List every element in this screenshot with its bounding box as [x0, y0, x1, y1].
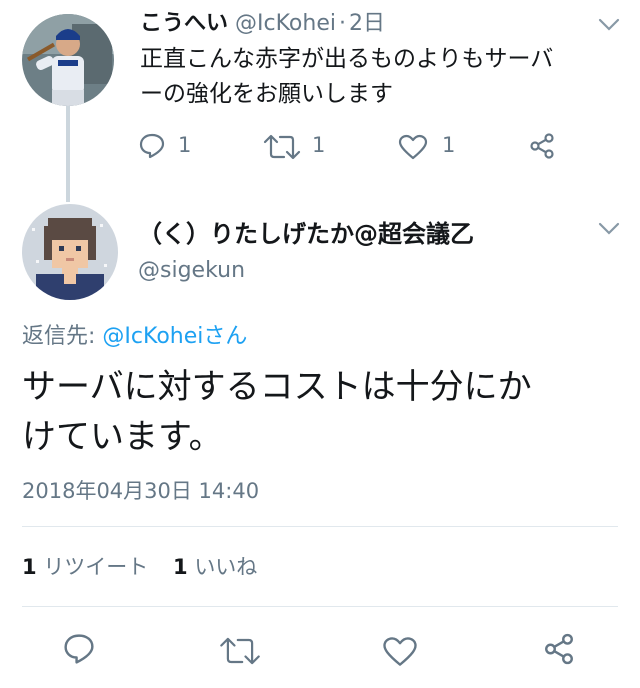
main-retweet-button[interactable]	[218, 636, 262, 666]
reply-to-suffix: さん	[203, 324, 248, 349]
parent-text-line-1: 正直こんな赤字が出るものよりもサーバ	[140, 46, 554, 72]
share-icon	[530, 133, 554, 159]
like-stat[interactable]: 1 いいね	[173, 555, 257, 579]
main-avatar[interactable]	[22, 204, 118, 300]
share-icon	[545, 633, 573, 665]
parent-text-line-2: ーの強化をお願いします	[140, 81, 393, 107]
parent-avatar[interactable]	[22, 14, 114, 106]
retweet-stat-label: リツイート	[43, 555, 149, 579]
retweet-stat[interactable]: 1 リツイート	[22, 555, 148, 579]
like-icon	[383, 637, 417, 666]
like-stat-label: いいね	[194, 555, 258, 579]
parent-display-name[interactable]: こうへい	[140, 11, 228, 36]
main-text-line-1: サーバに対するコストは十分にか	[22, 367, 532, 407]
thread-line	[66, 104, 70, 202]
parent-like-count: 1	[442, 133, 456, 157]
like-icon	[398, 134, 428, 160]
main-tweet-text: サーバに対するコストは十分にか けています。	[22, 362, 532, 462]
main-display-name[interactable]: （く）りたしげたか@超会議乙	[138, 218, 474, 250]
reply-icon	[139, 133, 165, 159]
divider-top	[22, 526, 618, 527]
retweet-icon	[220, 637, 260, 665]
main-chevron-down-icon[interactable]	[598, 222, 620, 236]
parent-separator: ·	[338, 11, 346, 36]
divider-bottom	[22, 606, 618, 607]
parent-header: こうへい @IcKohei · 2日	[140, 8, 385, 40]
reply-to-label: 返信先:	[22, 324, 103, 349]
engagement-stats: 1 リツイート 1 いいね	[22, 552, 257, 582]
reply-icon	[64, 634, 94, 664]
parent-chevron-down-icon[interactable]	[598, 18, 620, 32]
main-timestamp[interactable]: 2018年04月30日 14:40	[22, 476, 259, 506]
main-handle[interactable]: @sigekun	[138, 256, 245, 286]
parent-share-button[interactable]	[528, 132, 556, 160]
parent-retweet-count: 1	[312, 133, 326, 157]
retweet-icon	[263, 134, 301, 160]
retweet-stat-count: 1	[22, 555, 37, 579]
like-stat-count: 1	[173, 555, 188, 579]
main-share-button[interactable]	[542, 632, 576, 666]
parent-reply-count: 1	[178, 133, 192, 157]
main-text-line-2: けています。	[22, 417, 223, 457]
parent-retweet-button[interactable]	[262, 134, 302, 160]
parent-handle[interactable]: @IcKohei	[235, 11, 336, 36]
parent-reply-button[interactable]	[138, 132, 166, 160]
parent-tweet-text: 正直こんな赤字が出るものよりもサーバ ーの強化をお願いします	[140, 42, 553, 112]
main-reply-button[interactable]	[62, 632, 96, 666]
parent-time[interactable]: 2日	[349, 11, 385, 36]
parent-like-button[interactable]	[398, 134, 428, 160]
reply-to: 返信先: @IcKoheiさん	[22, 322, 247, 352]
reply-to-handle[interactable]: @IcKohei	[102, 324, 203, 349]
main-like-button[interactable]	[382, 636, 418, 667]
